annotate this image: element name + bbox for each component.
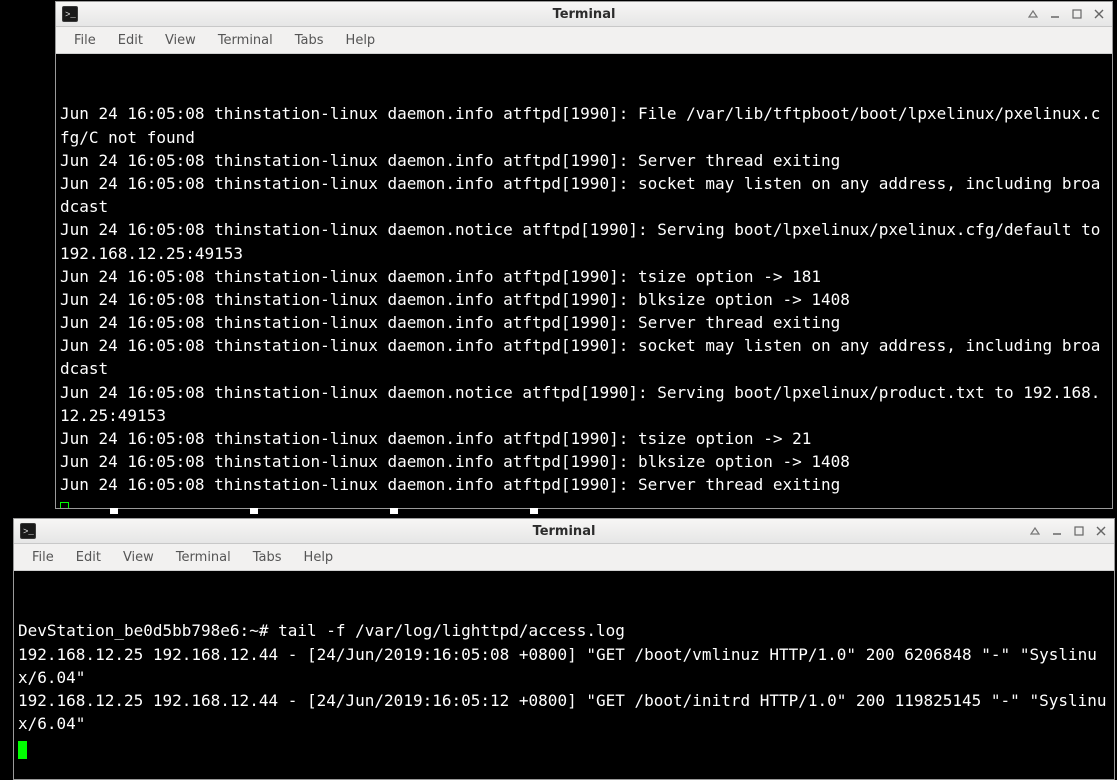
log-line: Jun 24 16:05:08 thinstation-linux daemon… [60,334,1108,380]
log-line: Jun 24 16:05:08 thinstation-linux daemon… [60,288,1108,311]
menubar: File Edit View Terminal Tabs Help [14,544,1114,571]
menu-tabs[interactable]: Tabs [285,29,334,52]
menu-edit[interactable]: Edit [108,29,153,52]
log-line: Jun 24 16:05:08 thinstation-linux daemon… [60,381,1108,427]
rollup-icon[interactable] [1026,523,1044,539]
menu-terminal[interactable]: Terminal [166,546,241,569]
log-line: 192.168.12.25 192.168.12.44 - [24/Jun/20… [18,689,1110,735]
terminal-app-icon: >_ [62,6,78,22]
log-line: Jun 24 16:05:08 thinstation-linux daemon… [60,473,1108,496]
menu-view[interactable]: View [113,546,164,569]
terminal-window-1: >_ Terminal File Edit View Terminal Tabs… [55,1,1113,509]
window-title: Terminal [14,524,1114,539]
close-icon[interactable] [1092,523,1110,539]
menu-help[interactable]: Help [336,29,386,52]
terminal-app-icon: >_ [20,523,36,539]
rollup-icon[interactable] [1024,6,1042,22]
log-line: Jun 24 16:05:08 thinstation-linux daemon… [60,311,1108,334]
menu-terminal[interactable]: Terminal [208,29,283,52]
window-title: Terminal [56,7,1112,22]
log-line: Jun 24 16:05:08 thinstation-linux daemon… [60,102,1108,148]
maximize-icon[interactable] [1070,523,1088,539]
log-line: Jun 24 16:05:08 thinstation-linux daemon… [60,427,1108,450]
menu-help[interactable]: Help [294,546,344,569]
menu-file[interactable]: File [64,29,106,52]
minimize-icon[interactable] [1048,523,1066,539]
maximize-icon[interactable] [1068,6,1086,22]
log-line: Jun 24 16:05:08 thinstation-linux daemon… [60,149,1108,172]
log-line: 192.168.12.25 192.168.12.44 - [24/Jun/20… [18,643,1110,689]
terminal-output[interactable]: DevStation_be0d5bb798e6:~# tail -f /var/… [14,571,1114,779]
svg-text:>_: >_ [23,527,34,537]
titlebar[interactable]: >_ Terminal [56,2,1112,27]
log-line: Jun 24 16:05:08 thinstation-linux daemon… [60,450,1108,473]
log-line: Jun 24 16:05:08 thinstation-linux daemon… [60,218,1108,264]
menubar: File Edit View Terminal Tabs Help [56,27,1112,54]
window-resize-handle[interactable] [55,508,1111,514]
titlebar[interactable]: >_ Terminal [14,519,1114,544]
prompt-line: DevStation_be0d5bb798e6:~# tail -f /var/… [18,619,1110,642]
terminal-window-2: >_ Terminal File Edit View Terminal Tabs… [13,518,1115,780]
menu-edit[interactable]: Edit [66,546,111,569]
log-line: Jun 24 16:05:08 thinstation-linux daemon… [60,265,1108,288]
log-line: Jun 24 16:05:08 thinstation-linux daemon… [60,172,1108,218]
menu-tabs[interactable]: Tabs [243,546,292,569]
menu-file[interactable]: File [22,546,64,569]
terminal-output[interactable]: Jun 24 16:05:08 thinstation-linux daemon… [56,54,1112,508]
cursor [18,741,27,759]
menu-view[interactable]: View [155,29,206,52]
minimize-icon[interactable] [1046,6,1064,22]
svg-text:>_: >_ [65,10,76,20]
close-icon[interactable] [1090,6,1108,22]
